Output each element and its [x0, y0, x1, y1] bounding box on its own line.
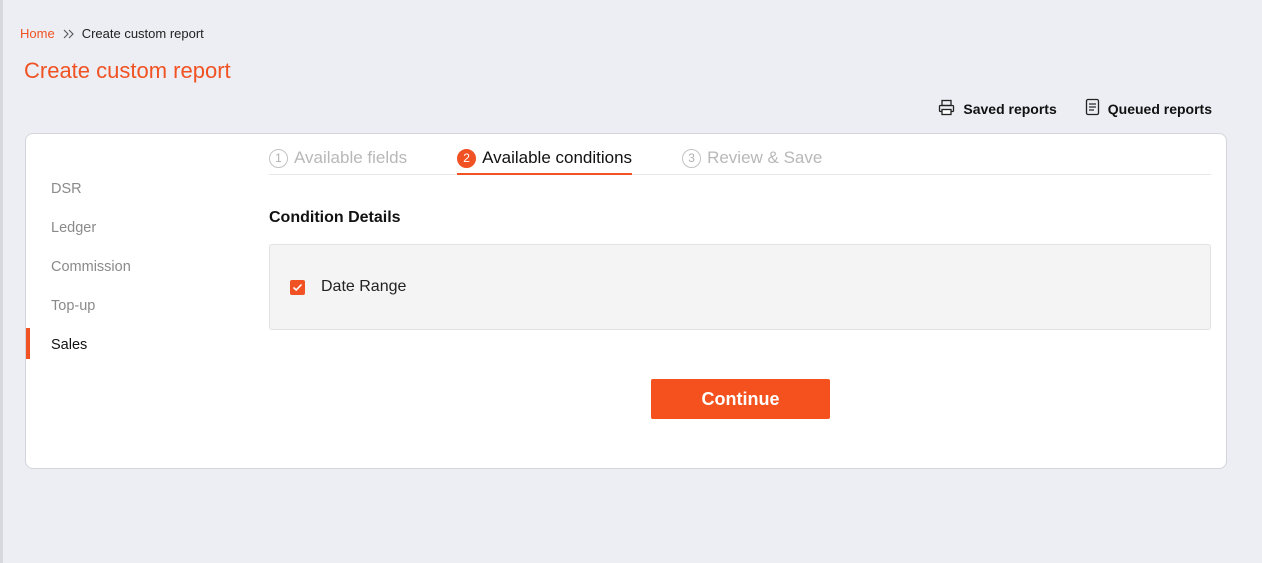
step-label: Review & Save: [707, 148, 823, 167]
condition-list: Date Range: [269, 244, 1211, 330]
tab-review-save[interactable]: 3 Review & Save: [682, 142, 822, 174]
date-range-checkbox[interactable]: [290, 279, 305, 295]
breadcrumb: Home Create custom report: [20, 26, 204, 41]
sidebar-item-ledger[interactable]: Ledger: [26, 209, 246, 248]
page-title: Create custom report: [24, 58, 231, 83]
report-builder-card: DSR Ledger Commission Top-up Sales 1 Ava…: [25, 133, 1227, 469]
saved-reports-button[interactable]: Saved reports: [938, 98, 1057, 119]
printer-icon: [938, 99, 955, 119]
step-number: 1: [269, 148, 288, 168]
report-type-sidebar: DSR Ledger Commission Top-up Sales: [26, 170, 246, 365]
saved-reports-label: Saved reports: [963, 100, 1057, 117]
step-tabs: 1 Available fields 2 Available condition…: [269, 142, 1211, 175]
checkmark-icon: [292, 283, 303, 291]
sidebar-item-sales[interactable]: Sales: [26, 326, 246, 365]
step-label: Available conditions: [482, 148, 633, 167]
document-icon: [1085, 98, 1100, 119]
step-number: 2: [457, 148, 477, 168]
queued-reports-label: Queued reports: [1107, 100, 1212, 117]
sidebar-item-commission[interactable]: Commission: [26, 248, 246, 287]
tab-available-fields[interactable]: 1 Available fields: [269, 142, 407, 174]
sidebar-item-dsr[interactable]: DSR: [26, 170, 246, 209]
tab-available-conditions[interactable]: 2 Available conditions: [457, 142, 633, 175]
page-edge: [0, 0, 3, 563]
date-range-label: Date Range: [321, 278, 407, 295]
continue-button[interactable]: Continue: [651, 379, 830, 419]
queued-reports-button[interactable]: Queued reports: [1085, 98, 1212, 119]
double-chevron-right-icon: [63, 29, 74, 39]
step-label: Available fields: [294, 148, 408, 167]
report-toolbar: Saved reports Queued reports: [938, 98, 1212, 119]
step-number: 3: [682, 148, 702, 168]
sidebar-item-topup[interactable]: Top-up: [26, 287, 246, 326]
breadcrumb-current: Create custom report: [81, 26, 204, 41]
breadcrumb-home-link[interactable]: Home: [20, 26, 55, 41]
condition-details-heading: Condition Details: [269, 209, 401, 226]
